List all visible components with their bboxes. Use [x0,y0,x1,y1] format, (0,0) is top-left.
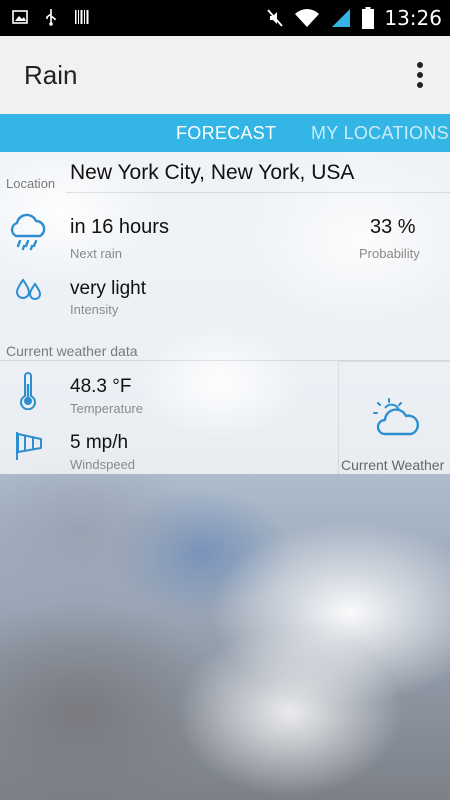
mute-icon [267,9,284,27]
current-weather-section-label: Current weather data [6,343,138,359]
windspeed-value: 5 mp/h [70,432,129,453]
battery-icon [362,7,375,29]
current-weather-card[interactable]: Current Weather [338,361,450,475]
tab-my-locations[interactable]: MY LOCATIONS [311,123,449,144]
app-bar: Rain [0,36,450,114]
temperature-label: Temperature [70,401,143,416]
app-title: Rain [24,60,78,90]
thermometer-icon [20,372,36,410]
signal-icon [332,9,351,27]
intensity-label: Intensity [70,302,119,317]
intensity-value: very light [70,278,147,299]
current-weather-label: Current Weather [341,457,445,473]
forecast-panel: Location New York City, New York, USA in… [0,152,450,475]
overflow-menu-icon[interactable] [416,62,424,88]
temperature-value: 48.3 °F [70,376,132,397]
droplets-icon [15,278,42,300]
usb-icon [46,9,56,26]
status-bar: 13:26 [0,0,450,36]
windspeed-label: Windspeed [70,457,136,472]
probability-value: 33 % [370,216,416,238]
tab-forecast[interactable]: FORECAST [176,123,276,144]
image-icon [12,10,28,24]
rain-cloud-icon [10,213,46,251]
wifi-icon [295,9,320,27]
windsock-icon [16,432,42,460]
barcode-icon [75,10,89,24]
divider [66,192,450,193]
tab-bar: FORECAST MY LOCATIONS [0,114,450,152]
status-time: 13:26 [384,6,442,30]
partly-cloudy-icon [373,398,420,436]
probability-label: Probability [359,246,420,261]
location-label: Location [6,176,56,191]
location-value[interactable]: New York City, New York, USA [70,161,354,185]
next-rain-value: in 16 hours [70,216,169,238]
next-rain-label: Next rain [70,246,123,261]
